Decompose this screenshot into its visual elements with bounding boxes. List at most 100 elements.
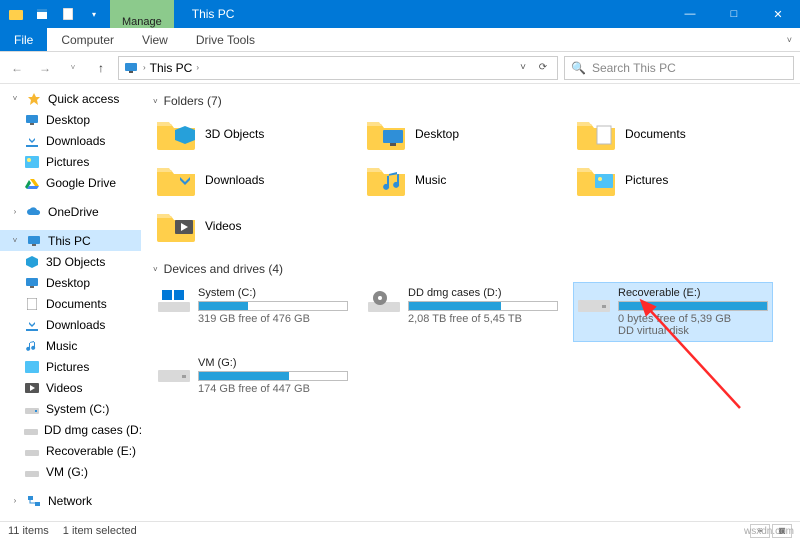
drive-icon (578, 287, 610, 315)
folder-label: Music (415, 173, 446, 187)
status-selection: 1 item selected (63, 525, 137, 537)
back-button[interactable]: ← (6, 57, 28, 79)
drives-section-header[interactable]: ˅Devices and drives (4) (153, 258, 788, 282)
drive-usage-bar (408, 301, 558, 311)
folder-icon (365, 116, 407, 152)
drive-free-text: 319 GB free of 476 GB (198, 313, 348, 325)
sidebar-item-3dobjects[interactable]: 3D Objects (0, 251, 141, 272)
tab-view[interactable]: View (128, 28, 182, 51)
drive-usage-bar (198, 371, 348, 381)
file-tab[interactable]: File (0, 28, 47, 51)
close-button[interactable]: ✕ (756, 0, 800, 28)
folder-label: 3D Objects (205, 127, 264, 141)
cube-icon (24, 254, 40, 270)
drive-icon (24, 443, 40, 459)
qat-blank-doc-icon[interactable] (56, 3, 80, 25)
sidebar-quick-access[interactable]: ˅Quick access (0, 88, 141, 109)
navigation-pane: ˅Quick access Desktop Downloads Pictures… (0, 84, 141, 521)
recent-dropdown-icon[interactable]: ˅ (62, 57, 84, 79)
qat-dropdown-icon[interactable]: ▾ (82, 3, 106, 25)
chevron-right-icon: › (10, 207, 20, 216)
search-box[interactable]: 🔍 Search This PC (564, 56, 794, 80)
chevron-down-icon: ˅ (153, 97, 158, 106)
sidebar-item-system-c[interactable]: System (C:) (0, 398, 141, 419)
folder-label: Pictures (625, 173, 668, 187)
drive-usage-bar (618, 301, 768, 311)
ribbon-expand-icon[interactable]: ˅ (779, 28, 800, 51)
google-drive-icon (24, 175, 40, 191)
sidebar-item-dd-dmg-d[interactable]: DD dmg cases (D:) (0, 419, 141, 440)
sidebar-item-googledrive[interactable]: Google Drive (0, 172, 141, 193)
drive-label: DD dmg cases (D:) (408, 287, 558, 299)
folder-downloads[interactable]: Downloads (153, 160, 353, 200)
address-segment-thispc[interactable]: This PC (150, 61, 193, 75)
contextual-tab-group: Manage (110, 0, 174, 28)
folder-label: Documents (625, 127, 686, 141)
forward-button[interactable]: → (34, 57, 56, 79)
qat-icon-explorer[interactable] (4, 3, 28, 25)
status-bar: 11 items 1 item selected ≡ ▦ (0, 521, 800, 539)
folder-videos[interactable]: Videos (153, 206, 353, 246)
chevron-down-icon: ˅ (153, 265, 158, 274)
drive-label: VM (G:) (198, 357, 348, 369)
sidebar-item-videos[interactable]: Videos (0, 377, 141, 398)
refresh-icon[interactable]: ⟳ (533, 62, 553, 73)
chevron-right-icon: › (10, 496, 20, 505)
maximize-button[interactable]: □ (712, 0, 756, 28)
drive-vm-g-[interactable]: VM (G:) 174 GB free of 447 GB (153, 352, 353, 400)
sidebar-item-documents[interactable]: Documents (0, 293, 141, 314)
sidebar-item-desktop[interactable]: Desktop (0, 109, 141, 130)
qat-properties-icon[interactable] (30, 3, 54, 25)
folder-icon (155, 162, 197, 198)
sidebar-item-vm-g[interactable]: VM (G:) (0, 461, 141, 482)
cloud-icon (26, 204, 42, 220)
drive-recoverable-e-[interactable]: Recoverable (E:) 0 bytes free of 5,39 GB… (573, 282, 773, 342)
folder-icon (155, 208, 197, 244)
sidebar-item-desktop-pc[interactable]: Desktop (0, 272, 141, 293)
star-icon (26, 91, 42, 107)
search-icon: 🔍 (571, 61, 586, 75)
document-icon (24, 296, 40, 312)
folder-documents[interactable]: Documents (573, 114, 773, 154)
folders-section-header[interactable]: ˅Folders (7) (153, 90, 788, 114)
sidebar-this-pc[interactable]: ˅This PC (0, 230, 141, 251)
manage-context-tab[interactable]: Manage (110, 0, 174, 28)
sidebar-network[interactable]: ›Network (0, 490, 141, 511)
folder-music[interactable]: Music (363, 160, 563, 200)
folder-pictures[interactable]: Pictures (573, 160, 773, 200)
tab-drive-tools[interactable]: Drive Tools (182, 28, 269, 51)
folder-desktop[interactable]: Desktop (363, 114, 563, 154)
manage-tab-label: Manage (122, 16, 162, 28)
sidebar-item-pictures[interactable]: Pictures (0, 151, 141, 172)
sidebar-item-pictures-pc[interactable]: Pictures (0, 356, 141, 377)
sidebar-item-downloads-pc[interactable]: Downloads (0, 314, 141, 335)
address-bar[interactable]: › This PC › ˅ ⟳ (118, 56, 558, 80)
title-bar: ▾ Manage This PC — □ ✕ (0, 0, 800, 28)
folder-3d-objects[interactable]: 3D Objects (153, 114, 353, 154)
download-icon (24, 133, 40, 149)
window-title: This PC (174, 0, 235, 28)
download-icon (24, 317, 40, 333)
sidebar-item-downloads[interactable]: Downloads (0, 130, 141, 151)
drive-label: System (C:) (198, 287, 348, 299)
address-history-dropdown-icon[interactable]: ˅ (513, 62, 533, 73)
folder-icon (365, 162, 407, 198)
drive-icon (24, 401, 40, 417)
chevron-down-icon: ˅ (10, 236, 20, 245)
sidebar-onedrive[interactable]: ›OneDrive (0, 201, 141, 222)
drive-dd-dmg-cases-d-[interactable]: DD dmg cases (D:) 2,08 TB free of 5,45 T… (363, 282, 563, 342)
up-button[interactable]: ↑ (90, 57, 112, 79)
sidebar-item-music[interactable]: Music (0, 335, 141, 356)
sidebar-item-recoverable-e[interactable]: Recoverable (E:) (0, 440, 141, 461)
drive-free-text: 2,08 TB free of 5,45 TB (408, 313, 558, 325)
status-item-count: 11 items (8, 525, 49, 537)
drive-icon (24, 422, 38, 438)
minimize-button[interactable]: — (668, 0, 712, 28)
drive-usage-bar (198, 301, 348, 311)
drive-system-c-[interactable]: System (C:) 319 GB free of 476 GB (153, 282, 353, 342)
search-placeholder: Search This PC (592, 61, 676, 75)
music-icon (24, 338, 40, 354)
tab-computer[interactable]: Computer (47, 28, 128, 51)
chevron-right-icon: › (143, 63, 146, 72)
drive-free-text: 174 GB free of 447 GB (198, 383, 348, 395)
